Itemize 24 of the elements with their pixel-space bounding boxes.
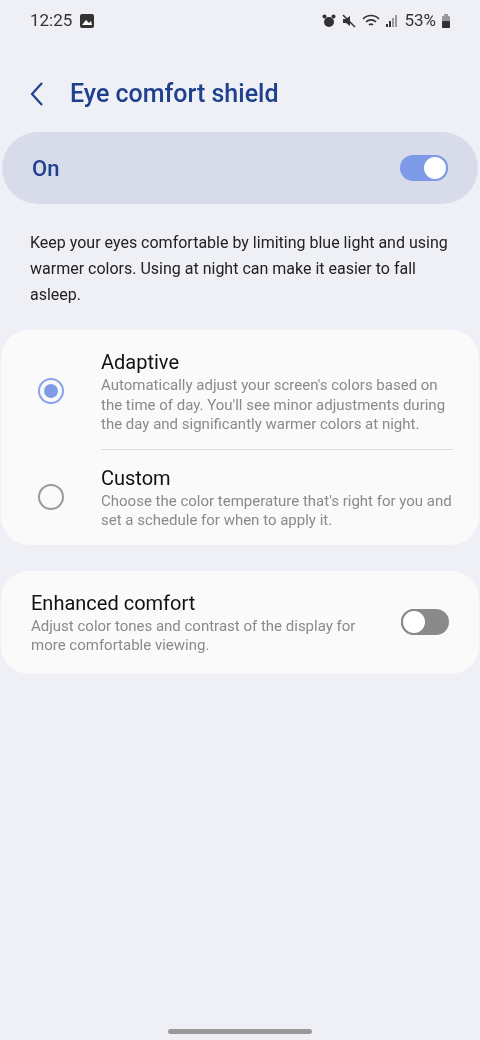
master-switch-bar[interactable]: On [2, 132, 478, 204]
signal-icon [386, 15, 399, 27]
setting-title: Enhanced comfort [31, 589, 197, 617]
mode-option[interactable]: Adaptive Automatically adjust your screen's colors based on the time of day. You'll see minor adjustments during the day and significantly warmer colors at night. [1, 348, 479, 435]
setting-summary: Adjust color tones and contrast of the display for more comfortable viewing. [31, 616, 357, 656]
radio-button[interactable] [38, 378, 64, 405]
mute-icon [342, 14, 357, 28]
image-icon [80, 14, 95, 28]
mode-summary: Choose the color temperature that's right for you and set a schedule for when to apply it. [101, 491, 453, 531]
description: Keep your eyes comfortable by limiting blue light and using warmer colors. Using at night can make it easier to fall asleep. [29, 232, 449, 306]
battery-icon [442, 14, 450, 28]
mode-title: Custom [101, 464, 172, 492]
radio-button[interactable] [38, 484, 64, 510]
mode-title: Adaptive [101, 349, 180, 376]
battery-percent: 53% [404, 9, 436, 33]
enhanced-comfort-card[interactable]: Enhanced comfort Adjust color tones and contrast of the display for more comfortable viewing. [1, 570, 479, 674]
enhanced-comfort-toggle[interactable] [401, 609, 449, 635]
mode-option[interactable]: Custom Choose the color temperature that's right for you and set a schedule for when to apply it. [1, 463, 479, 531]
master-toggle[interactable] [400, 155, 448, 181]
status-time: 12:25 [30, 9, 73, 33]
mode-summary: Automatically adjust your screen's colors based on the time of day. You'll see minor adjustments during the day and significantly warmer colors at night. [101, 376, 447, 435]
master-switch-label: On [32, 154, 60, 183]
page-title: Eye comfort shield [70, 78, 279, 111]
wifi-icon [362, 14, 381, 28]
